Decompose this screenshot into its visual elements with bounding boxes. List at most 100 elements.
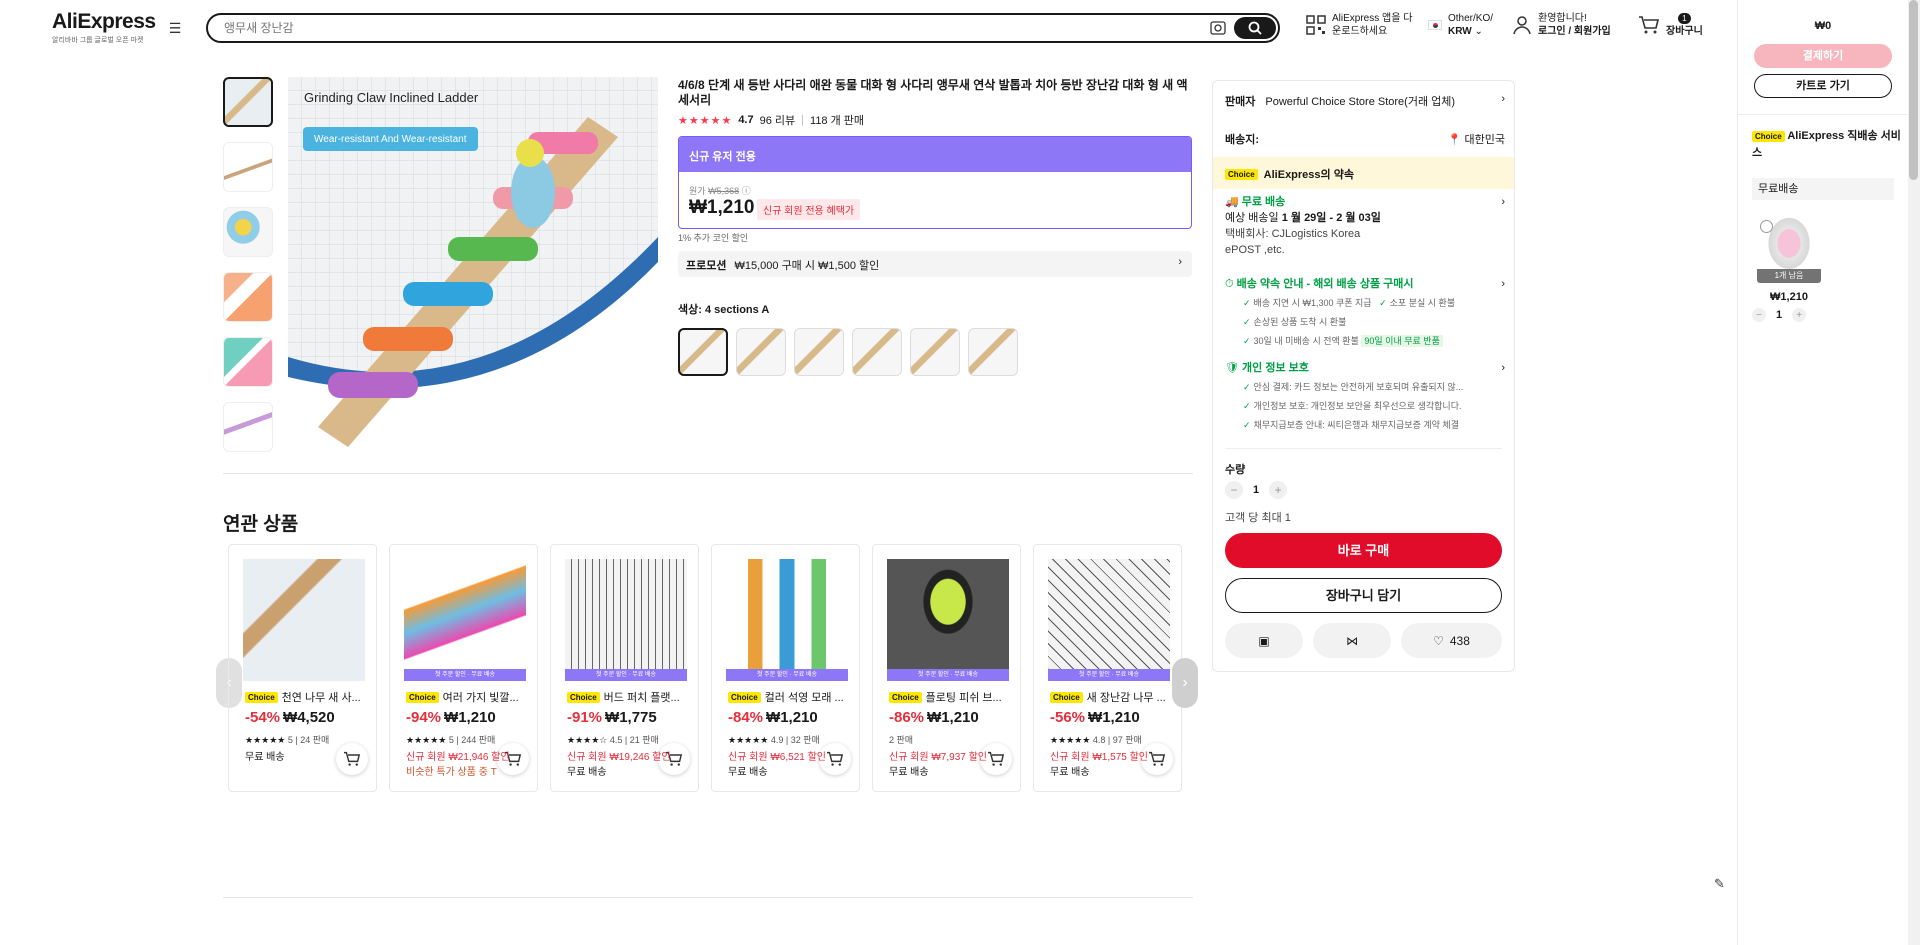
delivery-promise[interactable]: ⏱ 배송 약속 안내 - 해외 배송 상품 구매시 › ✓ 배송 지연 시 ₩1,3… (1225, 275, 1505, 351)
choice-section-title: Choice AliExpress 직배송 서비스 (1752, 130, 1901, 159)
cart-link[interactable]: 1 장바구니 (1638, 12, 1703, 38)
product-thumbnail (243, 559, 365, 681)
related-product-card[interactable]: Choice 천연 나무 새 사... -54% ₩4,520 ★★★★★ 5 | … (228, 544, 377, 792)
related-product-card[interactable]: 첫 주문 할인 · 무료 배송 Choice 새 장난감 나무 ... -56% ₩… (1033, 544, 1182, 792)
color-swatch[interactable] (852, 328, 902, 376)
rating-row: ★★★★★ 4.7 96 리뷰 | 118 개 판매 (678, 112, 865, 128)
product-thumbnail: 첫 주문 할인 · 무료 배송 (887, 559, 1009, 681)
app-download[interactable]: AliExpress 앱을 다 운로드하세요 (1306, 12, 1412, 38)
locale-selector[interactable]: Other/KO/KRW ⌄ (1428, 12, 1493, 38)
choice-badge: Choice (1225, 168, 1258, 180)
privacy-protection[interactable]: 🛡 개인 정보 보호 › ✓ 안심 결제: 카드 정보는 안전하게 보호되며 유출되… (1225, 359, 1505, 435)
qty-increase-button[interactable]: + (1269, 481, 1288, 499)
carousel-next-button[interactable]: › (1172, 658, 1198, 708)
qty-decrease-button[interactable]: − (1752, 308, 1766, 322)
cart-item-image[interactable]: 1개 남음 (1757, 217, 1821, 283)
qty-increase-button[interactable]: + (1792, 308, 1807, 322)
cart-item-price: ₩1,210 (1770, 291, 1808, 303)
color-label: 색상: 4 sections A (678, 304, 770, 316)
divider (223, 897, 1193, 898)
ship-to-row[interactable]: 배송지: 📍 대한민국 (1225, 131, 1505, 147)
header: AliExpress 알리바바 그룹 글로벌 오픈 마켓 ☰ AliExpres… (0, 0, 1737, 54)
related-product-card[interactable]: 첫 주문 할인 · 무료 배송 Choice 여러 가지 빛깔... -94% ₩1… (389, 544, 538, 792)
chevron-right-icon: › (1501, 93, 1505, 105)
search-input[interactable] (224, 18, 1124, 38)
thumbnail[interactable] (223, 77, 273, 127)
related-product-card[interactable]: 첫 주문 할인 · 무료 배송 Choice 컬러 석영 모래 ... -84% ₩… (711, 544, 860, 792)
chevron-right-icon: › (1178, 256, 1182, 268)
seller-row[interactable]: 판매자 Powerful Choice Store Store(거래 업체) › (1225, 93, 1505, 109)
chevron-right-icon: › (1501, 278, 1505, 290)
buy-now-button[interactable]: 바로 구매 (1225, 533, 1502, 568)
wishlist-button[interactable]: ♡ 438 (1401, 623, 1502, 658)
image-search-icon[interactable] (1210, 21, 1226, 35)
search-icon (1248, 21, 1262, 35)
color-swatch[interactable] (794, 328, 844, 376)
choice-badge: Choice (1752, 131, 1785, 142)
color-swatch[interactable] (968, 328, 1018, 376)
go-to-cart-button[interactable]: 카트로 가기 (1754, 74, 1892, 98)
choice-badge: Choice (245, 691, 278, 703)
thumbnail[interactable] (223, 402, 273, 452)
cart-count-badge: 1 (1678, 13, 1691, 24)
product-thumbnail: 첫 주문 할인 · 무료 배송 (1048, 559, 1170, 681)
choice-badge: Choice (567, 691, 600, 703)
choice-badge: Choice (728, 691, 761, 703)
thumbnail[interactable] (223, 142, 273, 192)
user-icon (1513, 16, 1531, 35)
price: ₩1,210 (689, 197, 755, 218)
color-swatch[interactable] (678, 328, 728, 376)
chevron-right-icon: › (1501, 196, 1505, 208)
add-to-cart-button[interactable]: 장바구니 담기 (1225, 578, 1502, 613)
chevron-right-icon: › (1501, 362, 1505, 374)
korea-flag-icon (1428, 20, 1442, 30)
product-thumbnail: 첫 주문 할인 · 무료 배송 (404, 559, 526, 681)
store-icon: ▣ (1258, 633, 1270, 648)
product-thumbnail: 첫 주문 할인 · 무료 배송 (726, 559, 848, 681)
cart-total: ₩0 (1814, 20, 1832, 32)
thumbnail[interactable] (223, 207, 273, 257)
color-swatch[interactable] (910, 328, 960, 376)
related-product-card[interactable]: 첫 주문 할인 · 무료 배송 Choice 플로팅 피쉬 브... -86% ₩1… (872, 544, 1021, 792)
cart-icon (1639, 16, 1660, 34)
related-title: 연관 상품 (223, 514, 299, 535)
reviews-link[interactable]: 96 리뷰 (760, 112, 796, 128)
cart-quantity-stepper: − 1 + (1752, 308, 1807, 322)
scrollbar-thumb[interactable] (1909, 0, 1918, 180)
choice-badge: Choice (1050, 691, 1083, 703)
choice-badge: Choice (889, 691, 922, 703)
choice-promise-bar: Choice AliExpress의 약속 (1213, 157, 1514, 189)
thumbnail[interactable] (223, 272, 273, 322)
related-carousel: Choice 천연 나무 새 사... -54% ₩4,520 ★★★★★ 5 | … (228, 544, 1182, 792)
rating-stars-icon: ★★★★★ (678, 114, 733, 127)
checkout-button[interactable]: 결제하기 (1754, 44, 1892, 68)
share-button[interactable]: ⋈ (1313, 623, 1391, 658)
qty-decrease-button[interactable]: − (1225, 481, 1243, 499)
choice-badge: Choice (406, 691, 439, 703)
new-user-price-box: 신규 유저 전용 원가 ₩5,368 ⓘ ₩1,210 신규 회원 전용 혜택가 (678, 136, 1192, 229)
promotion-row[interactable]: 프로모션 ₩15,000 구매 시 ₩1,500 할인 › (678, 251, 1192, 277)
store-button[interactable]: ▣ (1225, 623, 1303, 658)
new-member-badge: 신규 회원 전용 혜택가 (757, 199, 861, 220)
image-caption-subtitle: Wear-resistant And Wear-resistant (314, 134, 467, 145)
related-product-card[interactable]: 첫 주문 할인 · 무료 배송 Choice 버드 퍼치 플랫... -91% ₩1… (550, 544, 699, 792)
image-caption-title: Grinding Claw Inclined Ladder (304, 90, 479, 105)
search-button[interactable] (1234, 17, 1276, 39)
shipping-info[interactable]: 🚚 무료 배송 › 예상 배송일 1 월 29일 - 2 월 03일 택배회사: … (1225, 194, 1505, 258)
edit-icon[interactable]: ✎ (1714, 876, 1734, 896)
thumbnail[interactable] (223, 337, 273, 387)
cart-side-panel: ₩0 결제하기 카트로 가기 Choice AliExpress 직배송 서비스… (1714, 0, 1920, 945)
color-swatch[interactable] (736, 328, 786, 376)
free-shipping-tag: 무료배송 (1752, 178, 1894, 200)
coin-discount: 1% 추가 코인 할인 (678, 233, 749, 243)
account-login[interactable]: 환영합니다! 로그인 / 회원가입 (1512, 12, 1611, 38)
select-checkbox[interactable] (1760, 220, 1773, 233)
heart-icon: ♡ (1433, 633, 1444, 648)
menu-icon[interactable]: ☰ (166, 20, 184, 36)
product-thumbnail: 첫 주문 할인 · 무료 배송 (565, 559, 687, 681)
qr-code-icon (1306, 15, 1326, 35)
main-product-image[interactable]: Grinding Claw Inclined Ladder Wear-resis… (288, 77, 658, 447)
thumbnail-list (223, 77, 275, 467)
aliexpress-logo[interactable]: AliExpress 알리바바 그룹 글로벌 오픈 마켓 (52, 10, 156, 45)
search-bar (206, 13, 1280, 43)
